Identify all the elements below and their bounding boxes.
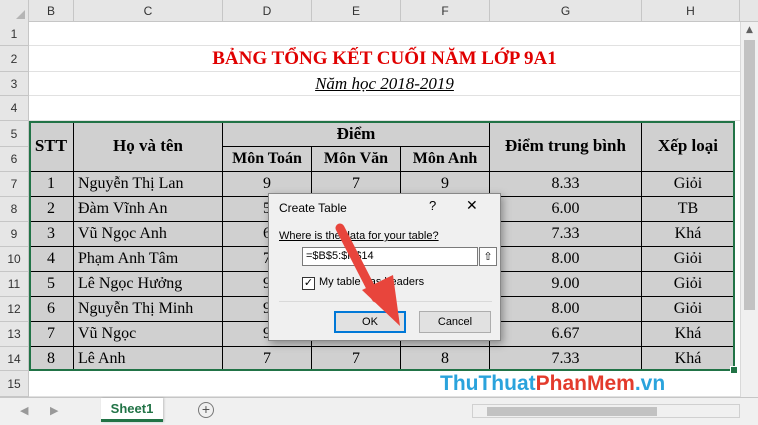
cell-average[interactable]: 7.33 (490, 222, 642, 247)
row-header-2[interactable]: 2 (0, 46, 29, 72)
cell-stt[interactable]: 5 (29, 272, 74, 297)
row-header-8[interactable]: 8 (0, 197, 29, 222)
cancel-button[interactable]: Cancel (419, 311, 491, 333)
cell-average[interactable]: 8.33 (490, 172, 642, 197)
scroll-up-icon[interactable]: ▲ (741, 22, 758, 38)
cell-rank[interactable]: TB (642, 197, 735, 222)
header-math[interactable]: Môn Toán (223, 147, 312, 172)
cell-average[interactable]: 8.00 (490, 247, 642, 272)
column-header-e[interactable]: E (312, 0, 401, 22)
header-name[interactable]: Họ và tên (74, 121, 223, 172)
cell-literature[interactable]: 7 (312, 347, 401, 371)
cell-average[interactable]: 9.00 (490, 272, 642, 297)
collapse-dialog-icon[interactable]: ⇧ (479, 247, 497, 266)
cell-rank[interactable]: Giỏi (642, 297, 735, 322)
column-header-c[interactable]: C (74, 0, 223, 22)
cell-name[interactable]: Lê Ngọc Hưởng (74, 272, 223, 297)
dialog-divider (279, 301, 492, 302)
cell-average[interactable]: 8.00 (490, 297, 642, 322)
headers-checkbox-label[interactable]: My table has headers (319, 276, 424, 288)
ok-button[interactable]: OK (334, 311, 406, 333)
header-stt[interactable]: STT (29, 121, 74, 172)
cell-name[interactable]: Nguyễn Thị Minh (74, 297, 223, 322)
vertical-scrollbar[interactable]: ▲ (740, 22, 758, 397)
cell-rank[interactable]: Khá (642, 322, 735, 347)
close-icon[interactable]: ✕ (466, 197, 478, 214)
cell-name[interactable]: Nguyễn Thị Lan (74, 172, 223, 197)
cell-stt[interactable]: 3 (29, 222, 74, 247)
range-prompt-label: Where is the data for your table? (279, 230, 439, 242)
column-header-h[interactable]: H (642, 0, 740, 22)
select-all-corner[interactable] (0, 0, 29, 22)
header-average[interactable]: Điểm trung bình (490, 121, 642, 172)
row-header-12[interactable]: 12 (0, 297, 29, 322)
dialog-title: Create Table (279, 201, 347, 215)
cell-stt[interactable]: 7 (29, 322, 74, 347)
cell-math[interactable]: 7 (223, 347, 312, 371)
next-sheet-icon[interactable]: ▶ (50, 404, 58, 417)
sheet-title: BẢNG TỔNG KẾT CUỐI NĂM LỚP 9A1 (212, 48, 557, 69)
headers-checkbox[interactable]: ✓ (302, 277, 315, 290)
header-score-group[interactable]: Điểm (223, 121, 490, 147)
watermark-logo: ThuThuatPhanMem.vn (440, 372, 665, 396)
cell-rank[interactable]: Giỏi (642, 247, 735, 272)
sheet-tab-bar: ◀ ▶ Sheet1 + (0, 397, 758, 425)
header-english[interactable]: Môn Anh (401, 147, 490, 172)
row-header-15[interactable]: 15 (0, 371, 29, 397)
horizontal-scroll-thumb[interactable] (487, 407, 657, 416)
cell-average[interactable]: 7.33 (490, 347, 642, 371)
watermark-part: ThuThuat (440, 372, 536, 395)
column-header-f[interactable]: F (401, 0, 490, 22)
cell-name[interactable]: Vũ Ngọc Anh (74, 222, 223, 247)
row-header-13[interactable]: 13 (0, 322, 29, 347)
cell-stt[interactable]: 4 (29, 247, 74, 272)
help-icon[interactable]: ? (429, 198, 436, 213)
row-header-9[interactable]: 9 (0, 222, 29, 247)
cell-rank[interactable]: Giỏi (642, 272, 735, 297)
cell-english[interactable]: 8 (401, 347, 490, 371)
column-header-b[interactable]: B (29, 0, 74, 22)
cell-name[interactable]: Đàm Vĩnh An (74, 197, 223, 222)
vertical-scroll-thumb[interactable] (744, 40, 755, 310)
header-literature[interactable]: Môn Văn (312, 147, 401, 172)
watermark-part: PhanMem (535, 372, 635, 395)
cell-stt[interactable]: 8 (29, 347, 74, 371)
row-header-11[interactable]: 11 (0, 272, 29, 297)
row-header-14[interactable]: 14 (0, 347, 29, 371)
cell-rank[interactable]: Khá (642, 222, 735, 247)
cell-average[interactable]: 6.67 (490, 322, 642, 347)
create-table-dialog: Create Table ? ✕ Where is the data for y… (268, 193, 501, 341)
sheet-subtitle: Năm học 2018-2019 (315, 74, 454, 93)
row-header-4[interactable]: 4 (0, 96, 29, 121)
cell-name[interactable]: Phạm Anh Tâm (74, 247, 223, 272)
prev-sheet-icon[interactable]: ◀ (20, 404, 28, 417)
row-header-1[interactable]: 1 (0, 22, 29, 46)
horizontal-scrollbar[interactable] (472, 404, 740, 418)
add-sheet-icon[interactable]: + (198, 402, 214, 418)
range-input[interactable]: =$B$5:$H$14 (302, 247, 478, 266)
cell-average[interactable]: 6.00 (490, 197, 642, 222)
cell-name[interactable]: Vũ Ngọc (74, 322, 223, 347)
watermark-part: .vn (634, 372, 666, 395)
cell-rank[interactable]: Giỏi (642, 172, 735, 197)
sheet-tab-sheet1[interactable]: Sheet1 (101, 398, 163, 422)
column-header-bar: B C D E F G H (0, 0, 758, 22)
header-rank[interactable]: Xếp loại (642, 121, 735, 172)
row-header-3[interactable]: 3 (0, 72, 29, 96)
column-header-g[interactable]: G (490, 0, 642, 22)
cell-stt[interactable]: 2 (29, 197, 74, 222)
cell-stt[interactable]: 1 (29, 172, 74, 197)
row-header-7[interactable]: 7 (0, 172, 29, 197)
row-header-6[interactable]: 6 (0, 147, 29, 172)
row-header-10[interactable]: 10 (0, 247, 29, 272)
cell-name[interactable]: Lê Anh (74, 347, 223, 371)
cell-stt[interactable]: 6 (29, 297, 74, 322)
row-header-5[interactable]: 5 (0, 121, 29, 147)
cell-rank[interactable]: Khá (642, 347, 735, 371)
column-header-d[interactable]: D (223, 0, 312, 22)
